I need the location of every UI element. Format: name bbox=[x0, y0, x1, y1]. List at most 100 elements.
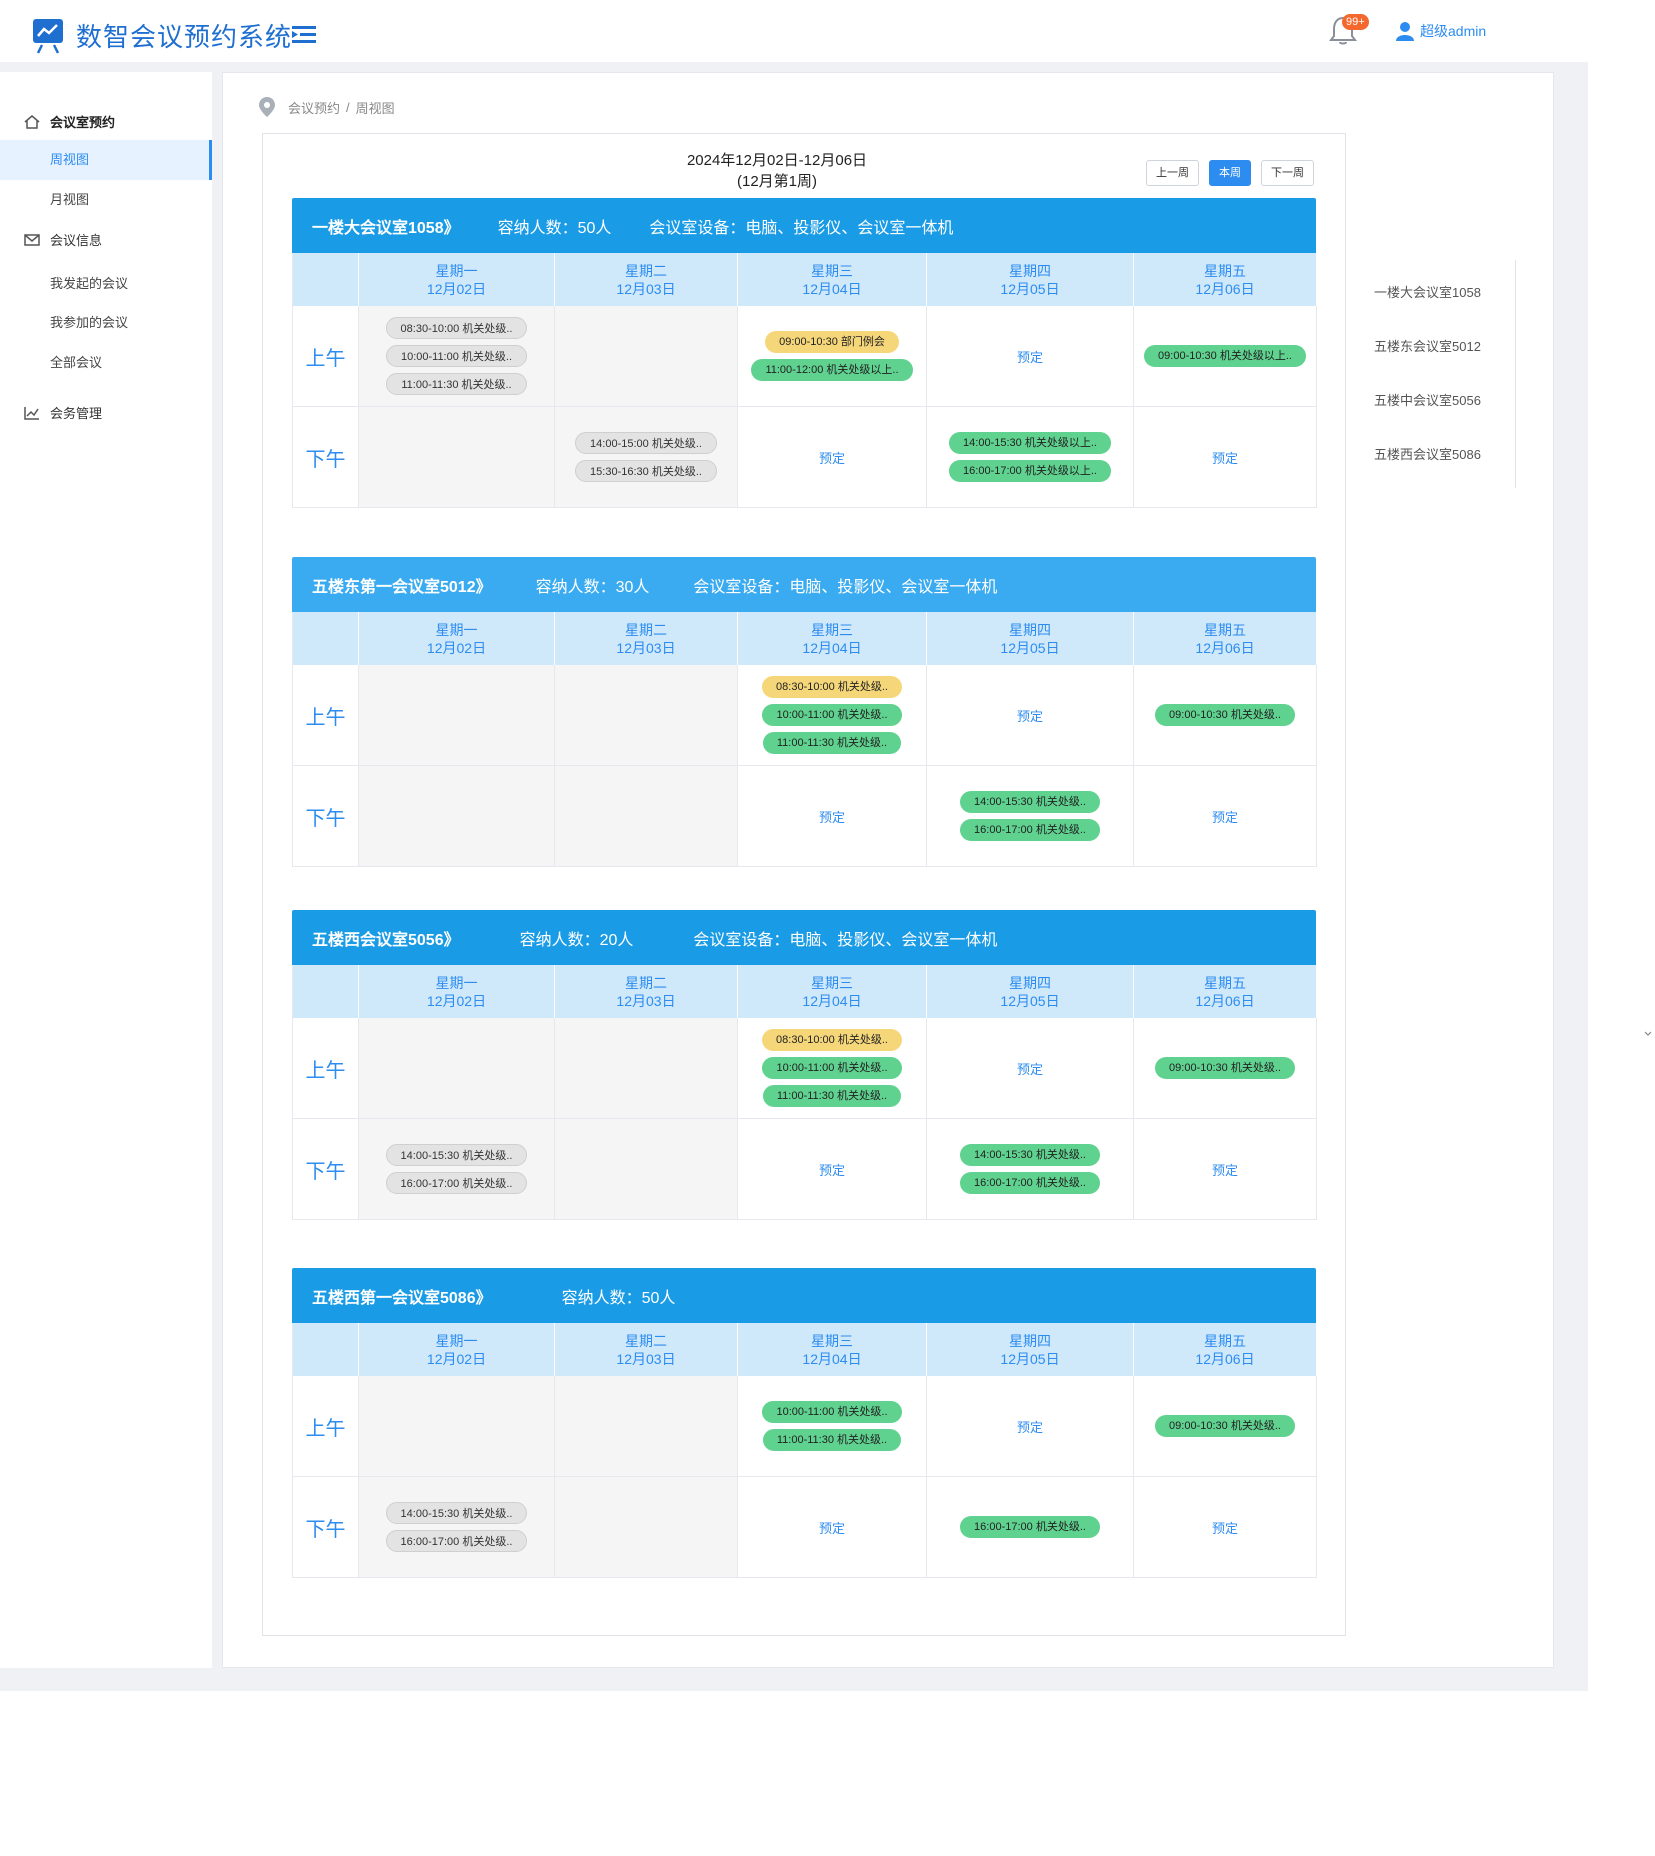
meeting-pill[interactable]: 16:00-17:00 机关处级.. bbox=[960, 1516, 1100, 1538]
room-nav-item[interactable]: 五楼中会议室5056 bbox=[1374, 374, 1515, 428]
meeting-pill[interactable]: 09:00-10:30 机关处级.. bbox=[1155, 704, 1295, 726]
book-link[interactable]: 预定 bbox=[819, 807, 845, 826]
room-name[interactable]: 五楼西第一会议室5086》 bbox=[312, 1284, 492, 1308]
meeting-pill[interactable]: 11:00-11:30 机关处级.. bbox=[762, 1429, 902, 1451]
book-link[interactable]: 预定 bbox=[819, 1518, 845, 1537]
sidebar-group-room-booking[interactable]: 会议室预约 bbox=[24, 112, 115, 131]
room-name[interactable]: 五楼东第一会议室5012》 bbox=[312, 573, 492, 597]
slot-cell[interactable]: 预定 bbox=[1134, 1477, 1317, 1578]
slot-cell[interactable]: 预定 bbox=[738, 407, 927, 508]
slot-cell[interactable]: 预定 bbox=[1134, 766, 1317, 867]
book-link[interactable]: 预定 bbox=[1212, 807, 1238, 826]
menu-toggle-icon[interactable] bbox=[292, 26, 316, 44]
meeting-pill[interactable]: 14:00-15:30 机关处级.. bbox=[385, 1144, 528, 1166]
slot-cell: 14:00-15:30 机关处级.. 16:00-17:00 机关处级.. bbox=[927, 766, 1134, 867]
breadcrumb-root[interactable]: 会议预约 bbox=[288, 98, 340, 117]
meeting-pill[interactable]: 08:30-10:00 机关处级.. bbox=[762, 676, 902, 698]
day-date: 12月05日 bbox=[1000, 281, 1060, 297]
sidebar-item-all-meetings[interactable]: 全部会议 bbox=[0, 343, 212, 383]
slot-cell[interactable]: 预定 bbox=[927, 1018, 1134, 1119]
slot-cell[interactable]: 预定 bbox=[1134, 407, 1317, 508]
slot-cell[interactable]: 预定 bbox=[927, 665, 1134, 766]
meeting-pill[interactable]: 16:00-17:00 机关处级.. bbox=[385, 1530, 528, 1552]
sidebar-item-month-view[interactable]: 月视图 bbox=[0, 180, 212, 220]
day-header: 星期三 12月04日 bbox=[738, 965, 927, 1018]
slot-cell: 16:00-17:00 机关处级.. bbox=[927, 1477, 1134, 1578]
slot-cell bbox=[555, 1376, 738, 1477]
meeting-pill[interactable]: 14:00-15:00 机关处级.. bbox=[575, 432, 717, 454]
next-week-button[interactable]: 下一周 bbox=[1261, 160, 1314, 186]
book-link[interactable]: 预定 bbox=[1017, 1417, 1043, 1436]
morning-label: 上午 bbox=[293, 306, 359, 407]
meeting-pill[interactable]: 14:00-15:30 机关处级以上.. bbox=[949, 432, 1111, 454]
slot-cell bbox=[359, 1376, 555, 1477]
day-header: 星期一 12月02日 bbox=[359, 965, 555, 1018]
day-date: 12月02日 bbox=[426, 281, 487, 297]
day-date: 12月06日 bbox=[1195, 1351, 1255, 1367]
meeting-pill[interactable]: 08:30-10:00 机关处级.. bbox=[385, 317, 528, 339]
day-header: 星期二 12月03日 bbox=[555, 965, 738, 1018]
meeting-pill[interactable]: 15:30-16:30 机关处级.. bbox=[575, 460, 717, 482]
slot-cell[interactable]: 预定 bbox=[738, 766, 927, 867]
meeting-pill[interactable]: 14:00-15:30 机关处级.. bbox=[385, 1502, 528, 1524]
day-header: 星期二 12月03日 bbox=[555, 253, 738, 306]
room-nav-item[interactable]: 一楼大会议室1058 bbox=[1374, 266, 1515, 320]
meeting-pill[interactable]: 09:00-10:30 机关处级.. bbox=[1155, 1057, 1295, 1079]
prev-week-button[interactable]: 上一周 bbox=[1146, 160, 1199, 186]
meeting-pill[interactable]: 16:00-17:00 机关处级.. bbox=[960, 819, 1100, 841]
book-link[interactable]: 预定 bbox=[819, 448, 845, 467]
slot-cell[interactable]: 预定 bbox=[738, 1477, 927, 1578]
room-capacity: 容纳人数：50人 bbox=[497, 219, 612, 237]
day-header: 星期五 12月06日 bbox=[1134, 1323, 1317, 1376]
day-header: 星期三 12月04日 bbox=[738, 1323, 927, 1376]
room-nav-item[interactable]: 五楼东会议室5012 bbox=[1374, 320, 1515, 374]
sidebar-item-my-initiated[interactable]: 我发起的会议 bbox=[0, 264, 212, 304]
meeting-pill[interactable]: 14:00-15:30 机关处级.. bbox=[960, 1144, 1100, 1166]
sidebar-item-my-joined[interactable]: 我参加的会议 bbox=[0, 303, 212, 343]
book-link[interactable]: 预定 bbox=[1017, 1059, 1043, 1078]
current-week-button[interactable]: 本周 bbox=[1209, 160, 1251, 186]
meeting-pill[interactable]: 11:00-11:30 机关处级.. bbox=[386, 373, 527, 395]
meeting-pill[interactable]: 09:00-10:30 部门例会 bbox=[765, 331, 899, 353]
meeting-pill[interactable]: 09:00-10:30 机关处级.. bbox=[1155, 1415, 1295, 1437]
user-menu[interactable]: 超级admin bbox=[1396, 19, 1486, 43]
meeting-pill[interactable]: 11:00-11:30 机关处级.. bbox=[762, 732, 902, 754]
meeting-pill[interactable]: 08:30-10:00 机关处级.. bbox=[762, 1029, 902, 1051]
day-header: 星期四 12月05日 bbox=[927, 965, 1134, 1018]
meeting-pill[interactable]: 10:00-11:00 机关处级.. bbox=[762, 1401, 902, 1423]
meeting-pill[interactable]: 10:00-11:00 机关处级.. bbox=[762, 1057, 902, 1079]
slot-cell[interactable]: 预定 bbox=[738, 1119, 927, 1220]
book-link[interactable]: 预定 bbox=[1017, 706, 1043, 725]
slot-cell[interactable]: 预定 bbox=[927, 306, 1134, 407]
room-name[interactable]: 一楼大会议室1058》 bbox=[312, 214, 460, 238]
room-nav-item[interactable]: 五楼西会议室5086 bbox=[1374, 428, 1515, 482]
morning-label: 上午 bbox=[293, 1018, 359, 1119]
book-link[interactable]: 预定 bbox=[819, 1160, 845, 1179]
day-date: 12月03日 bbox=[616, 1351, 676, 1367]
room-header: 一楼大会议室1058》 容纳人数：50人 会议室设备：电脑、投影仪、会议室一体机 bbox=[292, 198, 1316, 253]
book-link[interactable]: 预定 bbox=[1212, 1160, 1238, 1179]
book-link[interactable]: 预定 bbox=[1212, 1518, 1238, 1537]
book-link[interactable]: 预定 bbox=[1017, 347, 1043, 366]
book-link[interactable]: 预定 bbox=[1212, 448, 1238, 467]
day-header: 星期三 12月04日 bbox=[738, 612, 927, 665]
meeting-pill[interactable]: 16:00-17:00 机关处级以上.. bbox=[949, 460, 1111, 482]
slot-cell: 08:30-10:00 机关处级.. 10:00-11:00 机关处级.. 11:0… bbox=[738, 665, 927, 766]
slot-cell[interactable]: 预定 bbox=[1134, 1119, 1317, 1220]
sidebar-group-affairs[interactable]: 会务管理 bbox=[24, 403, 102, 422]
room-name[interactable]: 五楼西会议室5056》 bbox=[312, 926, 460, 950]
meeting-pill[interactable]: 11:00-11:30 机关处级.. bbox=[762, 1085, 902, 1107]
meeting-pill[interactable]: 10:00-11:00 机关处级.. bbox=[385, 345, 528, 367]
day-name: 星期三 bbox=[811, 1333, 853, 1349]
meeting-pill[interactable]: 11:00-12:00 机关处级以上.. bbox=[751, 359, 913, 381]
sidebar-item-week-view[interactable]: 周视图 bbox=[0, 140, 212, 180]
meeting-pill[interactable]: 16:00-17:00 机关处级.. bbox=[960, 1172, 1100, 1194]
meeting-pill[interactable]: 14:00-15:30 机关处级.. bbox=[960, 791, 1100, 813]
meeting-pill[interactable]: 16:00-17:00 机关处级.. bbox=[385, 1172, 528, 1194]
meeting-pill[interactable]: 09:00-10:30 机关处级以上.. bbox=[1144, 345, 1306, 367]
day-date: 12月02日 bbox=[426, 993, 487, 1009]
meeting-pill[interactable]: 10:00-11:00 机关处级.. bbox=[762, 704, 902, 726]
slot-cell[interactable]: 预定 bbox=[927, 1376, 1134, 1477]
day-header: 星期三 12月04日 bbox=[738, 253, 927, 306]
sidebar-group-meeting-info[interactable]: 会议信息 bbox=[24, 230, 102, 249]
